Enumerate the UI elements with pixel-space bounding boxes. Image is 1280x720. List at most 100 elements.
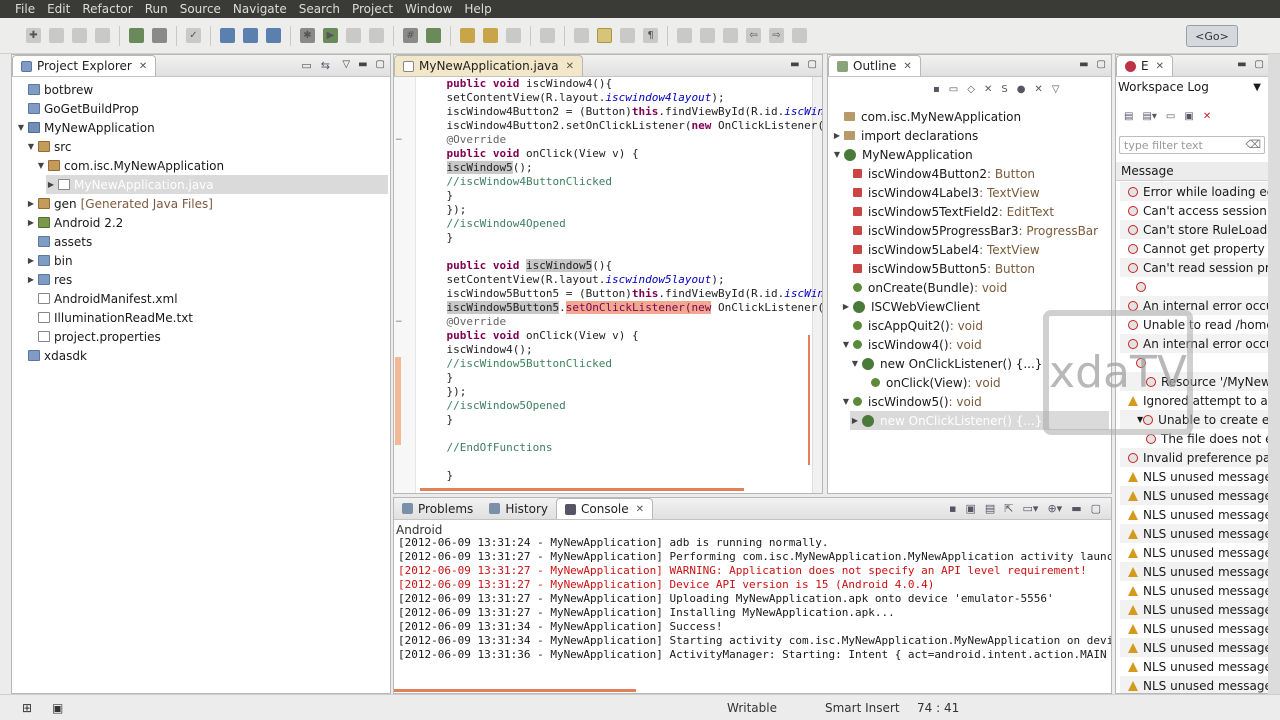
log-entry[interactable]: NLS unused message: bbox=[1120, 657, 1269, 676]
tree-item[interactable]: ▶ res bbox=[26, 270, 72, 289]
clear-filter-icon[interactable]: ⌫ bbox=[1245, 138, 1261, 151]
expand-toggle-icon[interactable]: ▼ bbox=[850, 359, 860, 368]
outline-item[interactable]: onCreate(Bundle) : void bbox=[841, 278, 1007, 297]
clear-log-icon[interactable]: ▭ bbox=[1166, 111, 1175, 122]
outline-item[interactable]: iscWindow4Label3 : TextView bbox=[841, 183, 1040, 202]
log-entry[interactable]: NLS unused message: bbox=[1120, 676, 1269, 693]
new-package-icon[interactable] bbox=[243, 28, 258, 43]
tree-item[interactable]: assets bbox=[26, 232, 92, 251]
menu-file[interactable]: File bbox=[10, 2, 40, 16]
new-java-project-icon[interactable] bbox=[220, 28, 235, 43]
tree-item[interactable]: botbrew bbox=[16, 80, 93, 99]
log-entry[interactable]: Can't store RuleLoade bbox=[1120, 220, 1269, 239]
tab-editor-file[interactable]: MyNewApplication.java ✕ bbox=[394, 55, 584, 76]
outline-item[interactable]: ▼ MyNewApplication bbox=[832, 145, 973, 164]
expand-toggle-icon[interactable]: ▼ bbox=[832, 150, 842, 159]
hide-static-icon[interactable]: ✕ bbox=[984, 84, 992, 95]
log-entry[interactable]: NLS unused message: bbox=[1120, 619, 1269, 638]
log-entry[interactable]: NLS unused message: bbox=[1120, 524, 1269, 543]
log-entry[interactable]: Error while loading ed bbox=[1120, 182, 1269, 201]
toggle-mark-occurrences-icon[interactable] bbox=[597, 28, 612, 43]
clear-console-icon[interactable]: ▣ bbox=[965, 502, 975, 515]
annotation-icon[interactable] bbox=[540, 28, 555, 43]
view-menu-icon[interactable]: ▽ bbox=[342, 59, 350, 70]
log-entry[interactable]: NLS unused message: bbox=[1120, 638, 1269, 657]
restore-log-icon[interactable]: ▣ bbox=[1184, 111, 1193, 122]
close-icon[interactable]: ✕ bbox=[903, 61, 911, 72]
maximize-icon[interactable]: ▢ bbox=[376, 59, 385, 70]
console-output[interactable]: [2012-06-09 13:31:24 - MyNewApplication]… bbox=[398, 536, 1111, 662]
expand-toggle-icon[interactable]: ▼ bbox=[16, 123, 26, 132]
hide-nonpublic-icon[interactable]: S bbox=[1001, 84, 1007, 95]
open-console-icon[interactable]: ⊕▾ bbox=[1047, 502, 1062, 515]
link-with-editor-icon[interactable]: ⇆ bbox=[321, 59, 330, 72]
tree-item[interactable]: ▶ bin bbox=[26, 251, 73, 270]
outline-item[interactable]: iscWindow4Button2 : Button bbox=[841, 164, 1035, 183]
outline-item[interactable]: iscWindow5ProgressBar3 : ProgressBar bbox=[841, 221, 1098, 240]
outline-item[interactable]: ▶ ISCWebViewClient bbox=[841, 297, 980, 316]
close-icon[interactable]: ✕ bbox=[1156, 61, 1164, 72]
code-editor[interactable]: public void iscWindow4(){ setContentView… bbox=[420, 77, 822, 487]
minimize-icon[interactable]: ▬ bbox=[1071, 502, 1081, 515]
menu-window[interactable]: Window bbox=[400, 2, 457, 16]
outline-item[interactable]: ▼ iscWindow5() : void bbox=[841, 392, 982, 411]
perspective-switcher[interactable]: <Go> bbox=[1186, 25, 1238, 47]
filter-icon[interactable]: ▤▾ bbox=[1142, 111, 1156, 122]
log-entry[interactable]: NLS unused message: bbox=[1120, 505, 1269, 524]
tab-project-explorer[interactable]: Project Explorer ✕ bbox=[12, 55, 157, 76]
maximize-icon[interactable]: ▢ bbox=[1091, 502, 1101, 515]
forward-disabled-icon[interactable] bbox=[792, 28, 807, 43]
open-folder-icon[interactable] bbox=[460, 28, 475, 43]
expand-toggle-icon[interactable]: ▼ bbox=[841, 340, 851, 349]
search-icon[interactable] bbox=[506, 28, 521, 43]
android-sdk-icon[interactable] bbox=[129, 28, 144, 43]
open-type-icon[interactable]: # bbox=[403, 28, 418, 43]
collapse-all-icon[interactable]: ▭ bbox=[949, 84, 958, 95]
log-entry[interactable]: NLS unused message: bbox=[1120, 581, 1269, 600]
log-entry[interactable]: Can't read session pro bbox=[1120, 258, 1269, 277]
external-tools-icon[interactable] bbox=[346, 28, 361, 43]
tree-item[interactable]: project.properties bbox=[26, 327, 161, 346]
fold-marker-icon[interactable]: − bbox=[395, 317, 405, 329]
minimize-icon[interactable]: ▬ bbox=[358, 59, 367, 70]
terminate-icon[interactable]: ▪ bbox=[949, 502, 956, 515]
tree-item[interactable]: AndroidManifest.xml bbox=[26, 289, 178, 308]
pin-console-icon[interactable]: ⇱ bbox=[1004, 502, 1013, 515]
log-entry[interactable]: NLS unused message: bbox=[1120, 486, 1269, 505]
scroll-lock-icon[interactable]: ▤ bbox=[985, 502, 995, 515]
log-entry[interactable]: Cannot get property o bbox=[1120, 239, 1269, 258]
last-edit-icon[interactable] bbox=[723, 28, 738, 43]
new-class-icon[interactable] bbox=[266, 28, 281, 43]
column-header-message[interactable]: Message bbox=[1116, 162, 1268, 181]
show-whitespace-icon[interactable]: ¶ bbox=[643, 28, 658, 43]
tree-item[interactable]: IlluminationReadMe.txt bbox=[26, 308, 193, 327]
view-menu-icon[interactable]: ▼ bbox=[1253, 82, 1261, 93]
outline-item[interactable]: ▶ import declarations bbox=[832, 126, 978, 145]
expand-toggle-icon[interactable]: ▶ bbox=[832, 131, 842, 140]
expand-toggle-icon[interactable]: ▶ bbox=[26, 199, 36, 208]
minimize-icon[interactable]: ▬ bbox=[1079, 59, 1088, 70]
outline-item[interactable]: com.isc.MyNewApplication bbox=[832, 107, 1021, 126]
tree-item[interactable]: ▶ gen [Generated Java Files] bbox=[26, 194, 213, 213]
menu-refactor[interactable]: Refactor bbox=[77, 2, 137, 16]
tree-item[interactable]: ▶ MyNewApplication.java bbox=[46, 175, 388, 194]
tree-item[interactable]: ▼ MyNewApplication bbox=[16, 118, 155, 137]
outline-item[interactable]: onClick(View) : void bbox=[859, 373, 1001, 392]
expand-toggle-icon[interactable]: ▼ bbox=[36, 161, 46, 170]
avd-manager-icon[interactable] bbox=[152, 28, 167, 43]
block-selection-icon[interactable] bbox=[620, 28, 635, 43]
maximize-icon[interactable]: ▢ bbox=[808, 59, 817, 70]
menu-edit[interactable]: Edit bbox=[42, 2, 75, 16]
task-list-icon[interactable]: ▣ bbox=[52, 701, 63, 715]
open-task-icon[interactable] bbox=[426, 28, 441, 43]
log-entry[interactable]: Can't access session p bbox=[1120, 201, 1269, 220]
log-entry[interactable]: NLS unused message: bbox=[1120, 600, 1269, 619]
log-entry[interactable]: NLS unused message: bbox=[1120, 543, 1269, 562]
maximize-icon[interactable]: ▢ bbox=[1255, 59, 1264, 70]
print-icon[interactable] bbox=[95, 28, 110, 43]
sort-icon[interactable]: ▪ bbox=[933, 84, 940, 95]
next-annotation-icon[interactable] bbox=[677, 28, 692, 43]
menu-project[interactable]: Project bbox=[347, 2, 398, 16]
expand-toggle-icon[interactable]: ▶ bbox=[26, 256, 36, 265]
tree-item[interactable]: ▼ src bbox=[26, 137, 72, 156]
